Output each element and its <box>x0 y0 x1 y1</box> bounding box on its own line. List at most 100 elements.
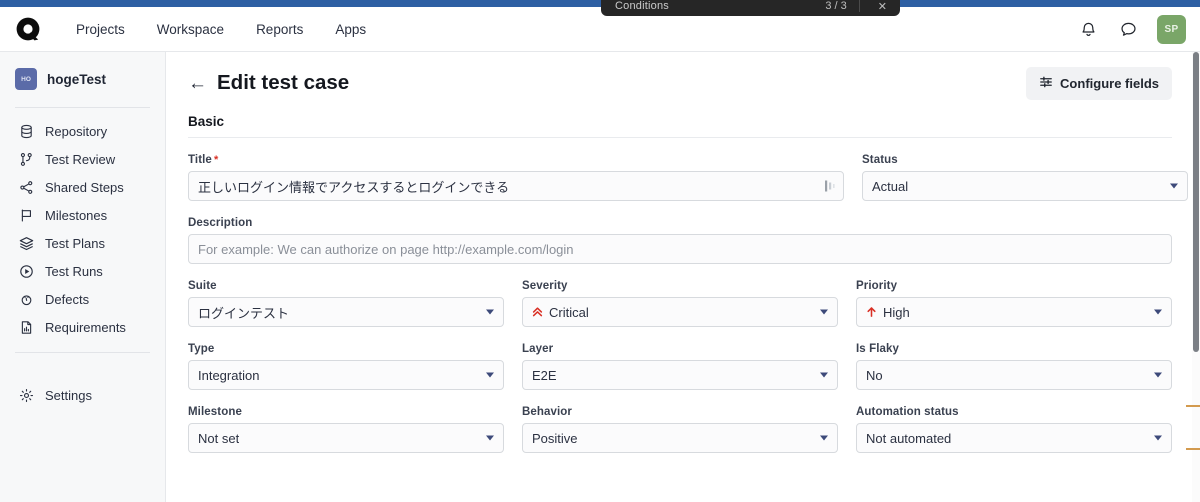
form-row-description: Description For example: We can authoriz… <box>188 217 1172 264</box>
sidebar: HO hogeTest Repository Test Review Share… <box>0 52 166 502</box>
field-behavior: Behavior Positive <box>522 406 838 453</box>
chevron-down-icon <box>486 435 494 441</box>
sidebar-item-requirements[interactable]: Requirements <box>0 313 165 341</box>
field-description: Description For example: We can authoriz… <box>188 217 1172 264</box>
nav-item-projects[interactable]: Projects <box>62 16 139 43</box>
chevron-down-icon <box>1154 372 1162 378</box>
main-nav: Projects Workspace Reports Apps <box>62 16 380 43</box>
database-icon <box>18 123 34 139</box>
configure-fields-button[interactable]: Configure fields <box>1026 66 1172 100</box>
arrow-left-icon[interactable]: ← <box>188 74 207 93</box>
document-chart-icon <box>18 319 34 335</box>
chevron-down-icon <box>486 372 494 378</box>
priority-select[interactable]: High <box>856 297 1172 327</box>
top-accent-bar <box>0 0 1200 7</box>
form-row-milestone-behavior-automation: Milestone Not set Behavior Positive Auto… <box>188 406 1172 453</box>
sidebar-item-milestones[interactable]: Milestones <box>0 201 165 229</box>
scrollbar-marker <box>1186 405 1200 407</box>
bell-icon[interactable] <box>1077 18 1099 40</box>
text-resize-icon[interactable] <box>824 179 836 193</box>
sidebar-item-test-review[interactable]: Test Review <box>0 145 165 173</box>
field-priority: Priority High <box>856 280 1172 327</box>
title-label: Title * <box>188 154 219 166</box>
behavior-select[interactable]: Positive <box>522 423 838 453</box>
nav-item-reports[interactable]: Reports <box>242 16 317 43</box>
sidebar-divider-top <box>15 107 150 108</box>
severity-label: Severity <box>522 280 568 292</box>
is-flaky-label: Is Flaky <box>856 343 899 355</box>
suite-select[interactable]: ログインテスト <box>188 297 504 327</box>
qase-logo-icon[interactable] <box>14 15 42 43</box>
close-icon[interactable]: ✕ <box>878 0 887 13</box>
layer-value: E2E <box>532 367 557 383</box>
sidebar-item-label: Repository <box>45 123 108 139</box>
status-label: Status <box>862 154 898 166</box>
severity-select[interactable]: Critical <box>522 297 838 327</box>
section-divider <box>188 137 1172 138</box>
automation-status-label: Automation status <box>856 406 959 418</box>
page-scrollbar[interactable] <box>1186 52 1200 502</box>
type-label: Type <box>188 343 215 355</box>
suite-value: ログインテスト <box>198 305 290 321</box>
flag-icon <box>18 207 34 223</box>
sidebar-item-defects[interactable]: Defects <box>0 285 165 313</box>
gear-icon <box>18 387 34 403</box>
chat-bubble-icon[interactable] <box>1117 18 1139 40</box>
description-label: Description <box>188 217 253 229</box>
field-type: Type Integration <box>188 343 504 390</box>
share-nodes-icon <box>18 179 34 195</box>
automation-status-value: Not automated <box>866 430 952 446</box>
sliders-icon <box>1039 75 1053 92</box>
suite-label: Suite <box>188 280 217 292</box>
milestone-select[interactable]: Not set <box>188 423 504 453</box>
description-placeholder: For example: We can authorize on page ht… <box>198 241 574 257</box>
sidebar-divider-bottom <box>15 352 150 353</box>
nav-item-workspace[interactable]: Workspace <box>143 16 238 43</box>
field-suite: Suite ログインテスト <box>188 280 504 327</box>
sidebar-item-label: Defects <box>45 291 90 307</box>
page-header: ← Edit test case Configure fields <box>166 52 1194 100</box>
is-flaky-select[interactable]: No <box>856 360 1172 390</box>
scrollbar-marker <box>1186 448 1200 450</box>
bug-icon <box>18 291 34 307</box>
chevron-down-icon <box>820 435 828 441</box>
sidebar-item-repository[interactable]: Repository <box>0 117 165 145</box>
status-select[interactable]: Actual <box>862 171 1188 201</box>
type-select[interactable]: Integration <box>188 360 504 390</box>
app-header: Projects Workspace Reports Apps SP <box>0 7 1200 52</box>
chevron-down-icon <box>820 372 828 378</box>
form-row-title-status: Title* 正しいログイン情報でアクセスするとログインできる Status <box>188 154 1188 201</box>
field-status: Status Actual <box>862 154 1188 201</box>
header-actions: SP <box>1077 14 1186 44</box>
toast-count: 3 / 3 <box>825 0 847 12</box>
milestone-value: Not set <box>198 430 240 446</box>
toast-notification[interactable]: Conditions 3 / 3 ✕ <box>601 0 900 16</box>
sidebar-item-test-runs[interactable]: Test Runs <box>0 257 165 285</box>
priority-value: High <box>883 304 910 320</box>
sidebar-item-label: Test Plans <box>45 235 105 251</box>
description-input[interactable]: For example: We can authorize on page ht… <box>188 234 1172 264</box>
is-flaky-value: No <box>866 367 883 383</box>
chevron-down-icon <box>486 309 494 315</box>
field-is-flaky: Is Flaky No <box>856 343 1172 390</box>
title-value: 正しいログイン情報でアクセスするとログインできる <box>198 179 510 195</box>
sidebar-project-selector[interactable]: HO hogeTest <box>0 62 165 96</box>
sidebar-item-settings[interactable]: Settings <box>0 381 165 409</box>
behavior-value: Positive <box>532 430 578 446</box>
nav-item-apps[interactable]: Apps <box>321 16 380 43</box>
automation-status-select[interactable]: Not automated <box>856 423 1172 453</box>
title-input[interactable]: 正しいログイン情報でアクセスするとログインできる <box>188 171 844 201</box>
chevron-down-icon <box>820 309 828 315</box>
layers-icon <box>18 235 34 251</box>
sidebar-item-shared-steps[interactable]: Shared Steps <box>0 173 165 201</box>
scrollbar-thumb[interactable] <box>1193 52 1199 352</box>
sidebar-item-label: Test Runs <box>45 263 103 279</box>
form-row-type-layer-flaky: Type Integration Layer E2E Is Flaky No <box>188 343 1172 390</box>
page-title: Edit test case <box>217 71 350 94</box>
avatar[interactable]: SP <box>1157 14 1186 44</box>
sidebar-item-label: Settings <box>45 387 92 403</box>
chevron-down-icon <box>1154 435 1162 441</box>
sidebar-item-test-plans[interactable]: Test Plans <box>0 229 165 257</box>
form-row-suite-severity-priority: Suite ログインテスト Severity Critical Priority… <box>188 280 1172 327</box>
layer-select[interactable]: E2E <box>522 360 838 390</box>
